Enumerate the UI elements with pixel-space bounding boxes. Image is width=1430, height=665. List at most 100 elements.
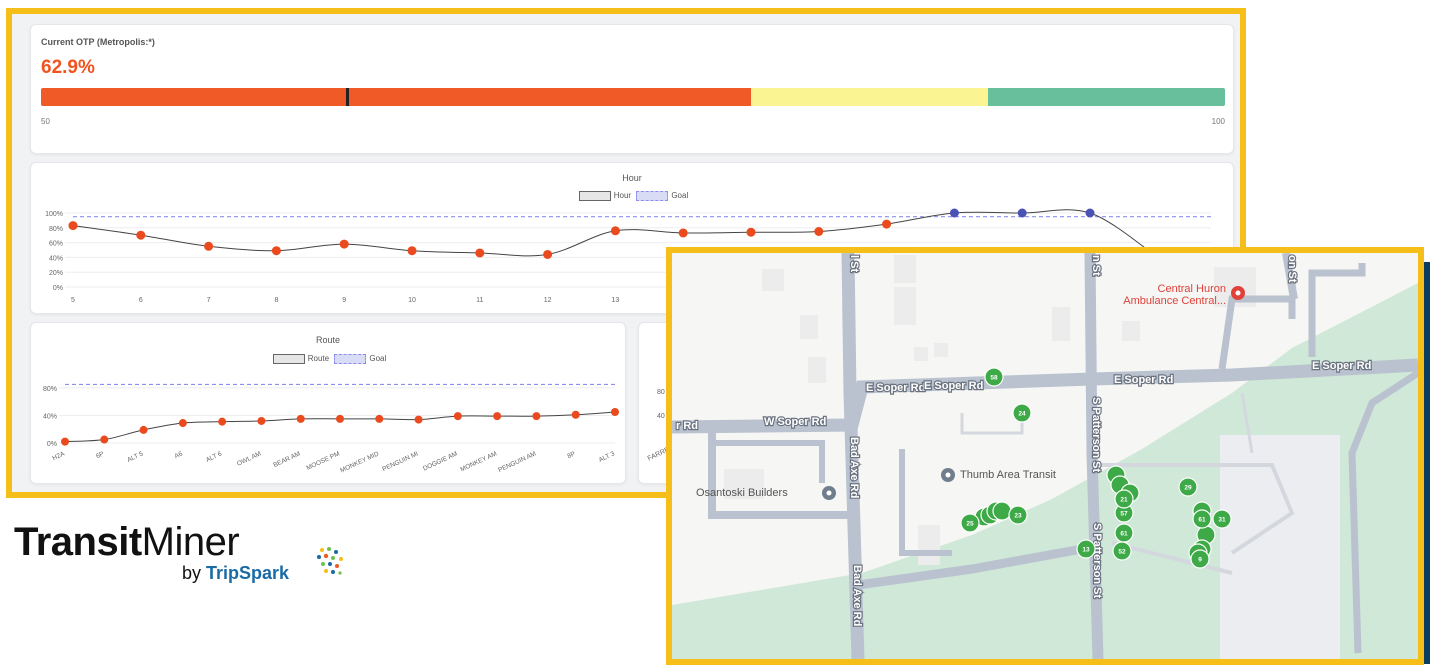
logo-transit: Transit xyxy=(14,520,142,564)
route-data-point[interactable] xyxy=(571,410,580,419)
vehicle-marker-label: 61 xyxy=(1198,517,1206,524)
route-xtick: ALT 3 xyxy=(598,450,616,464)
hour-xtick: 13 xyxy=(612,297,620,304)
route-xtick: ALT 6 xyxy=(205,450,223,464)
route-xtick: DOGGIE AM xyxy=(422,450,459,472)
hour-data-point[interactable] xyxy=(475,248,485,258)
otp-scale-min: 50 xyxy=(41,117,50,126)
pin-icon[interactable] xyxy=(941,468,955,482)
vehicle-marker[interactable] xyxy=(992,501,1012,521)
route-data-point[interactable] xyxy=(178,419,187,428)
route-xtick: PENGUIN MI xyxy=(381,450,419,473)
route-ytick: 40% xyxy=(43,413,57,420)
logo-by: by xyxy=(182,563,207,583)
building xyxy=(934,343,948,357)
route-data-point[interactable] xyxy=(336,414,344,423)
route-xtick: MOOSE PM xyxy=(305,450,340,471)
street-label-e-soper: E Soper Rd xyxy=(1312,360,1371,372)
route-data-point[interactable] xyxy=(61,437,69,446)
hour-xtick: 6 xyxy=(139,297,143,304)
route-data-point[interactable] xyxy=(139,425,148,434)
logo-miner: Miner xyxy=(141,520,240,564)
hour-data-point[interactable] xyxy=(1085,208,1095,218)
hour-data-point[interactable] xyxy=(68,221,78,231)
building xyxy=(800,315,818,339)
hour-ytick: 40% xyxy=(49,255,63,262)
route-data-point[interactable] xyxy=(532,412,541,421)
hour-ytick: 0% xyxy=(53,285,63,292)
street-label-top: on St xyxy=(1286,255,1298,283)
otp-value: 62.9% xyxy=(41,57,95,78)
logo-dots-icon xyxy=(317,547,343,575)
building xyxy=(808,357,826,383)
route-ytick: 80% xyxy=(43,386,57,393)
map-panel[interactable]: W Soper Rd r Rd E Soper Rd E Soper Rd E … xyxy=(666,247,1424,665)
hour-data-point[interactable] xyxy=(339,239,349,249)
hour-xtick: 10 xyxy=(408,297,416,304)
vehicle-marker-label: 58 xyxy=(990,375,998,382)
map-canvas[interactable]: W Soper Rd r Rd E Soper Rd E Soper Rd E … xyxy=(672,253,1418,659)
hour-data-point[interactable] xyxy=(136,230,146,240)
logo-wordmark: TransitMiner xyxy=(14,520,240,565)
vehicle-marker-label: 57 xyxy=(1120,511,1128,518)
route-xtick: MONKEY MID xyxy=(339,450,380,474)
hour-data-point[interactable] xyxy=(949,208,959,218)
hour-data-point[interactable] xyxy=(204,241,214,251)
hour-xtick: 5 xyxy=(71,297,75,304)
poi-label-thumb-area-transit[interactable]: Thumb Area Transit xyxy=(960,469,1056,481)
hour-xtick: 11 xyxy=(476,297,483,304)
hour-data-point[interactable] xyxy=(882,219,892,229)
vehicle-marker-label: 25 xyxy=(966,521,974,528)
hour-data-point[interactable] xyxy=(746,227,756,237)
vehicle-marker-label: 21 xyxy=(1120,497,1128,504)
route-ytick: 0% xyxy=(47,441,57,448)
route-data-point[interactable] xyxy=(296,414,305,423)
hour-ytick: 60% xyxy=(49,241,63,248)
route-xtick: A6 xyxy=(174,450,185,460)
otp-title: Current OTP (Metropolis:*) xyxy=(41,37,155,47)
pin-icon[interactable] xyxy=(1231,286,1245,300)
building xyxy=(894,287,916,325)
hour-data-point[interactable] xyxy=(407,246,417,256)
building xyxy=(918,525,940,565)
street-label-w-soper: W Soper Rd xyxy=(764,416,826,428)
poi-label-osantoski[interactable]: Osantoski Builders xyxy=(696,487,788,499)
transitminer-logo: TransitMiner by TripSpark xyxy=(14,520,343,583)
route-data-point[interactable] xyxy=(257,416,266,425)
hour-data-point[interactable] xyxy=(1017,208,1027,218)
hour-data-point[interactable] xyxy=(678,228,688,238)
pin-icon[interactable] xyxy=(822,486,836,500)
vehicle-marker-label: 61 xyxy=(1120,531,1128,538)
route-chart-card: Route Route Goal 0% 40% 80% H2A 6P ALT 5 A6 ALT… xyxy=(30,322,626,484)
route-xtick: H2A xyxy=(51,450,66,462)
hour-data-point[interactable] xyxy=(814,227,824,236)
hour-data-point[interactable] xyxy=(610,226,620,236)
route-data-point[interactable] xyxy=(493,412,502,421)
otp-gauge-segment xyxy=(751,88,989,106)
hour-data-point[interactable] xyxy=(543,249,553,259)
otp-card: Current OTP (Metropolis:*) 62.9% 50 100 xyxy=(30,24,1234,154)
street-label-bad-axe: Bad Axe Rd xyxy=(851,565,863,626)
route-data-point[interactable] xyxy=(611,408,619,416)
route-data-point[interactable] xyxy=(453,412,462,421)
vehicle-marker-label: 24 xyxy=(1018,411,1026,418)
route-data-point[interactable] xyxy=(100,435,109,444)
logo-tripspark: TripSpark xyxy=(206,563,290,583)
logo-tagline: by TripSpark xyxy=(182,563,289,584)
route-xtick: ALT 5 xyxy=(126,450,144,464)
route-data-point[interactable] xyxy=(375,414,384,423)
route-data-point[interactable] xyxy=(414,415,423,424)
street-label-e-soper: E Soper Rd xyxy=(924,380,983,392)
vehicle-marker-label: 52 xyxy=(1118,549,1126,556)
secondary-ytick-mid: 40 xyxy=(657,413,665,420)
secondary-ytick-top: 80 xyxy=(657,389,665,396)
street-label-patterson: S Patterson St xyxy=(1091,523,1103,599)
building xyxy=(1122,321,1140,341)
route-chart: 0%40%80%H2A 6P ALT 5 A6 ALT 6 OWL AM BEAR AM MO… xyxy=(43,383,619,474)
poi-label-ambulance[interactable]: Central Huron Ambulance Central... xyxy=(1102,283,1226,307)
route-data-point[interactable] xyxy=(218,417,227,426)
hour-xtick: 7 xyxy=(207,297,211,304)
route-xtick: OWL AM xyxy=(236,450,262,467)
street-label-e-soper: E Soper Rd xyxy=(1114,374,1173,386)
hour-data-point[interactable] xyxy=(271,246,281,256)
